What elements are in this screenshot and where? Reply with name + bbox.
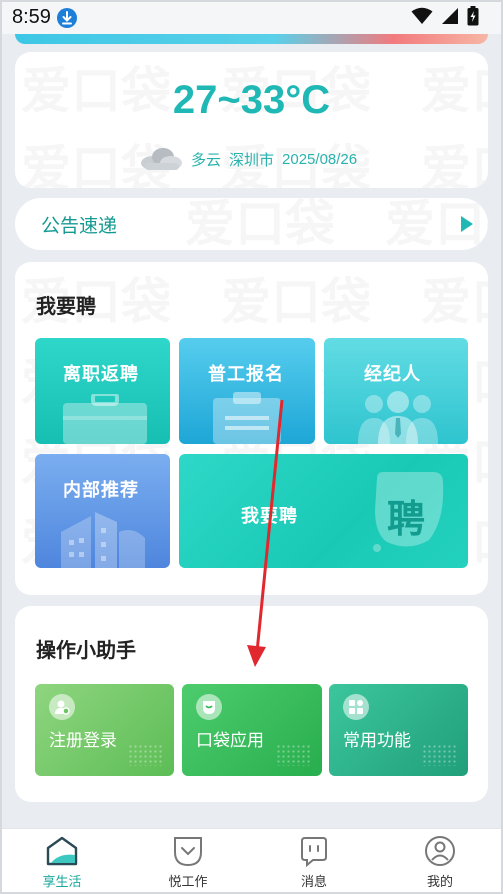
agent-label: 经纪人 xyxy=(364,364,421,385)
helper-section: 操作小助手 注册登录 口袋应用 常用功能 xyxy=(15,606,488,802)
dot-pattern xyxy=(422,744,458,766)
nav-item-work[interactable]: 悦工作 xyxy=(148,835,228,890)
pocket-nav-icon xyxy=(174,837,202,867)
bottom-nav: 享生活 悦工作 消息 我的 xyxy=(0,828,503,894)
i-want-hire-tile[interactable]: 我要聘 聘 xyxy=(179,454,468,568)
temperature: 27~33°C xyxy=(172,78,331,122)
nav-item-life[interactable]: 享生活 xyxy=(22,835,102,890)
cloud-icon xyxy=(141,148,182,170)
nav-label-work: 悦工作 xyxy=(168,875,208,890)
nav-label-me: 我的 xyxy=(426,875,453,890)
common-functions-label: 常用功能 xyxy=(343,731,411,751)
building-icon xyxy=(61,512,145,568)
nav-label-messages: 消息 xyxy=(300,875,327,890)
notice-bar[interactable]: 爱口袋 爱口袋 公告速递 xyxy=(15,198,488,250)
i-want-hire-label: 我要聘 xyxy=(241,506,298,527)
weather-condition: 多云 xyxy=(191,150,222,169)
nav-item-messages[interactable]: 消息 xyxy=(274,835,354,890)
battery-icon xyxy=(467,6,479,26)
nav-item-me[interactable]: 我的 xyxy=(400,835,480,890)
worker-signup-label: 普工报名 xyxy=(208,364,284,385)
hire-section: 爱口袋 爱口袋 爱口袋 爱口袋 爱口袋 爱口袋 爱口袋 爱口袋 爱口袋 爱口袋 … xyxy=(15,262,488,595)
status-bar: 8:59 xyxy=(0,0,503,34)
user-icon xyxy=(425,836,455,866)
wifi-icon xyxy=(411,7,433,24)
weather-city: 深圳市 xyxy=(229,150,275,169)
play-arrow-icon[interactable] xyxy=(460,215,474,233)
pocket-apps-tile[interactable]: 口袋应用 xyxy=(182,684,322,776)
pocket-apps-label: 口袋应用 xyxy=(196,731,264,751)
weather-card: 爱口袋 爱口袋 爱口袋 爱口袋 爱口袋 爱口袋 27~33°C 多云 深圳市 2… xyxy=(15,52,488,188)
nav-label-life: 享生活 xyxy=(42,875,82,890)
home-icon xyxy=(46,836,78,866)
weather-date: 2025/08/26 xyxy=(282,150,358,168)
signal-icon xyxy=(442,8,458,24)
status-time: 8:59 xyxy=(12,6,51,28)
grid-apps-icon xyxy=(343,694,369,720)
register-login-label: 注册登录 xyxy=(49,731,117,751)
rehire-label: 离职返聘 xyxy=(63,364,139,385)
common-functions-tile[interactable]: 常用功能 xyxy=(329,684,468,776)
message-icon xyxy=(301,837,327,867)
user-add-icon xyxy=(49,694,75,720)
hire-badge-icon: 聘 xyxy=(369,470,447,552)
rehire-tile[interactable]: 离职返聘 xyxy=(35,338,170,444)
agent-tile[interactable]: 经纪人 xyxy=(324,338,468,444)
dot-pattern xyxy=(276,744,312,766)
dot-pattern xyxy=(128,744,164,766)
notice-title: 公告速递 xyxy=(41,215,118,237)
weather-info: 多云 深圳市 2025/08/26 xyxy=(139,146,357,172)
internal-referral-label: 内部推荐 xyxy=(63,480,139,501)
pocket-icon xyxy=(196,694,222,720)
hire-badge-text: 聘 xyxy=(387,496,426,541)
hire-section-title: 我要聘 xyxy=(36,294,96,318)
internal-referral-tile[interactable]: 内部推荐 xyxy=(35,454,170,568)
briefcase-icon xyxy=(63,394,147,444)
clipboard-icon xyxy=(213,392,281,444)
download-icon xyxy=(57,8,77,28)
worker-signup-tile[interactable]: 普工报名 xyxy=(179,338,315,444)
banner-carousel[interactable] xyxy=(15,34,488,44)
people-icon xyxy=(358,391,438,444)
helper-section-title: 操作小助手 xyxy=(36,638,136,662)
register-login-tile[interactable]: 注册登录 xyxy=(35,684,174,776)
